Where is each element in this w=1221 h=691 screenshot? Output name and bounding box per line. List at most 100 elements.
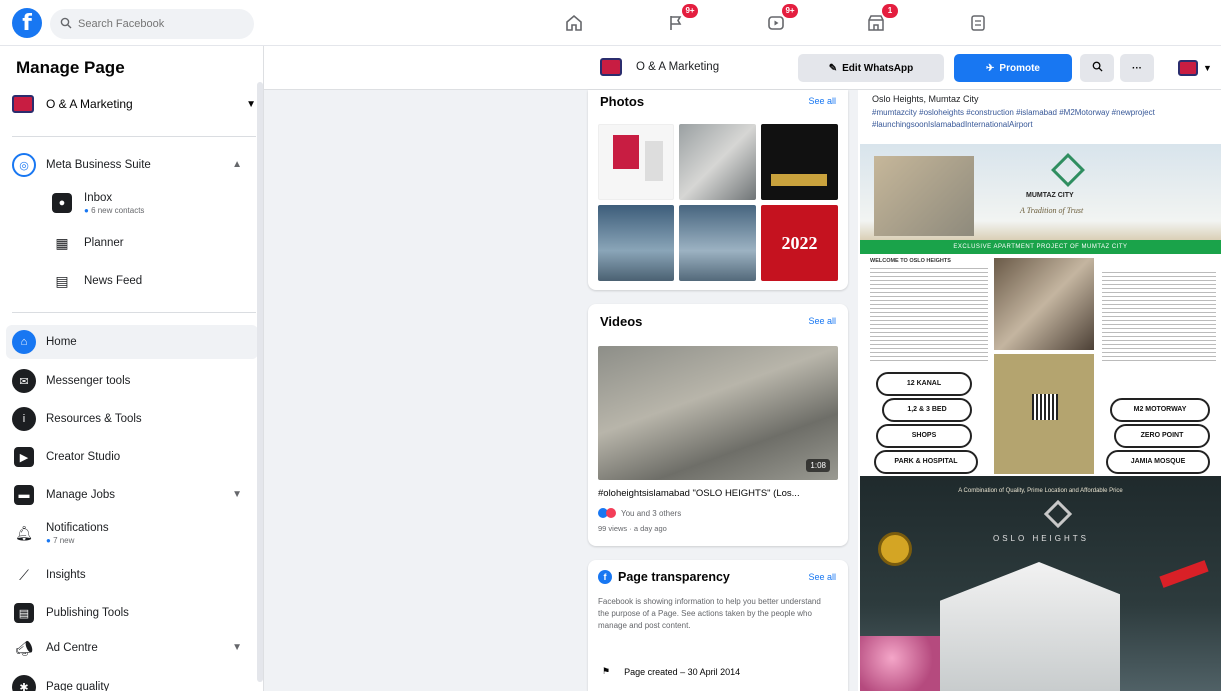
- welcome-text-block: [870, 268, 988, 364]
- flag-notification-badge: 9+: [682, 4, 698, 18]
- page-switcher-label: O & A Marketing: [46, 97, 133, 111]
- page-avatar: [1178, 60, 1198, 76]
- briefcase-icon: ▬: [14, 485, 34, 505]
- sidebar-item-messenger-tools[interactable]: ✉ Messenger tools: [12, 364, 252, 398]
- photo-thumbnail[interactable]: [761, 124, 838, 200]
- sidebar-item-ad-centre[interactable]: 📣︎ Ad Centre ▼: [12, 631, 252, 665]
- ribbon-shape: [1159, 560, 1209, 588]
- promote-button[interactable]: ✈ Promote: [954, 54, 1072, 82]
- bell-icon: 🔔︎: [15, 524, 33, 541]
- notifications-subtext-value: 7 new: [53, 535, 75, 545]
- video-thumbnail[interactable]: 1:08: [598, 346, 838, 480]
- search-icon: [60, 17, 72, 32]
- sidebar-item-business-suite[interactable]: ◎ Meta Business Suite ▲: [12, 148, 252, 182]
- sidebar-item-page-quality[interactable]: ✱ Page quality: [12, 670, 252, 691]
- video-caption[interactable]: #oloheightsislamabad "OSLO HEIGHTS" (Los…: [598, 488, 838, 499]
- sidebar-subitem-inbox[interactable]: ● Inbox ● 6 new contacts: [50, 186, 250, 220]
- exclusive-banner: EXCLUSIVE APARTMENT PROJECT OF MUMTAZ CI…: [860, 240, 1221, 254]
- feature-pill: SHOPS: [876, 424, 972, 448]
- messenger-icon: ✉: [12, 369, 36, 393]
- photo-thumbnail[interactable]: [598, 124, 674, 200]
- chevron-down-icon: ▼: [232, 489, 242, 500]
- pencil-icon: ✎: [828, 62, 838, 74]
- sidebar-scrollbar[interactable]: [257, 82, 263, 682]
- page-name-link[interactable]: O & A Marketing: [600, 58, 719, 76]
- photos-title: Photos: [600, 94, 645, 109]
- home-icon: ⌂: [12, 330, 36, 354]
- page-action-bar: O & A Marketing ✎ Edit WhatsApp ✈ Promot…: [264, 46, 1221, 90]
- marketplace-icon[interactable]: 1: [862, 4, 898, 36]
- post-image-bottom[interactable]: A Combination of Quality, Prime Location…: [860, 476, 1221, 691]
- feature-pill: 1,2 & 3 BED: [882, 398, 972, 422]
- videos-title: Videos: [600, 314, 643, 329]
- post-card: Oslo Heights, Mumtaz City #mumtazcity #o…: [858, 90, 1221, 691]
- page-created-label: Page created – 30 April 2014: [624, 666, 741, 677]
- post-image-features[interactable]: WELCOME TO OSLO HEIGHTS 12 KANAL 1,2 & 3…: [860, 254, 1221, 476]
- chevron-down-icon: ▼: [232, 642, 242, 653]
- gaming-icon[interactable]: [964, 10, 992, 36]
- sidebar-item-label: Ad Centre: [46, 642, 98, 654]
- sidebar-subitem-planner[interactable]: ▦ Planner: [50, 226, 250, 260]
- page-profile-switch[interactable]: ▼: [1178, 60, 1212, 76]
- search-page-button[interactable]: [1080, 54, 1114, 82]
- inbox-subtext-value: 6 new contacts: [91, 205, 145, 215]
- description-text-block: [1102, 272, 1216, 362]
- videos-see-all-link[interactable]: See all: [808, 316, 836, 326]
- sidebar-item-insights[interactable]: ⟋ Insights: [12, 558, 252, 592]
- sidebar-item-creator-studio[interactable]: ▶ Creator Studio: [12, 440, 252, 474]
- building-render-shape: [874, 156, 974, 236]
- page-quality-icon: ✱: [12, 675, 36, 691]
- search-box[interactable]: [50, 9, 254, 39]
- video-reactions-label: You and 3 others: [621, 508, 682, 518]
- search-input[interactable]: [78, 18, 238, 30]
- feature-pill: ZERO POINT: [1114, 424, 1210, 448]
- post-image-top[interactable]: MUMTAZ CITY A Tradition of Trust: [860, 144, 1221, 254]
- interior-photo-shape: [994, 258, 1094, 350]
- sidebar-item-resources-tools[interactable]: i Resources & Tools: [12, 402, 252, 436]
- publishing-icon: ▤: [14, 603, 34, 623]
- sidebar-subitem-news-feed[interactable]: ▤ News Feed: [50, 264, 250, 298]
- home-icon[interactable]: [560, 10, 588, 36]
- sidebar-item-label: Meta Business Suite: [46, 159, 151, 171]
- flag-icon[interactable]: 9+: [662, 4, 698, 36]
- unread-dot-icon: ●: [46, 535, 54, 545]
- megaphone-icon: 📣︎: [15, 639, 33, 656]
- notifications-text: Notifications ● 7 new: [46, 522, 109, 545]
- transparency-header: f Page transparency: [598, 570, 730, 584]
- sidebar-item-label: Notifications: [46, 521, 109, 534]
- video-icon[interactable]: 9+: [762, 4, 798, 36]
- post-hashtags[interactable]: #mumtazcity #osloheights #construction #…: [872, 107, 1212, 131]
- transparency-see-all-link[interactable]: See all: [808, 572, 836, 582]
- sidebar-divider: [12, 312, 256, 313]
- page-transparency-card: f Page transparency See all Facebook is …: [588, 560, 848, 691]
- inbox-icon: ●: [52, 193, 72, 213]
- edit-whatsapp-button[interactable]: ✎ Edit WhatsApp: [798, 54, 944, 82]
- sidebar-item-label: Home: [46, 336, 77, 348]
- photo-poster-shape: [613, 135, 639, 169]
- photo-gold-band: [771, 174, 827, 186]
- photo-thumbnail[interactable]: [679, 124, 756, 200]
- sidebar-item-label: Insights: [46, 569, 86, 581]
- sidebar-item-home[interactable]: ⌂ Home: [6, 325, 258, 359]
- page-switcher[interactable]: O & A Marketing ▼: [12, 88, 256, 120]
- photo-thumbnail[interactable]: [598, 205, 674, 281]
- video-reactions[interactable]: You and 3 others: [598, 508, 681, 518]
- photo-thumbnail[interactable]: 2022: [761, 205, 838, 281]
- sidebar-item-label: Page quality: [46, 681, 110, 691]
- photo-year-label: 2022: [781, 232, 818, 253]
- sidebar-item-publishing-tools[interactable]: ▤ Publishing Tools: [12, 596, 252, 630]
- transparency-body: Facebook is showing information to help …: [598, 597, 821, 630]
- photos-see-all-link[interactable]: See all: [808, 96, 836, 106]
- facebook-logo-icon: f: [598, 570, 612, 584]
- facebook-logo-icon[interactable]: f: [12, 8, 42, 38]
- photo-thumbnail[interactable]: [679, 205, 756, 281]
- more-options-button[interactable]: ···: [1120, 54, 1154, 82]
- sidebar-item-notifications[interactable]: 🔔︎ Notifications ● 7 new: [12, 516, 252, 550]
- videos-card: Videos See all 1:08 #oloheightsislamabad…: [588, 304, 848, 546]
- edit-whatsapp-label: Edit WhatsApp: [842, 62, 914, 74]
- sidebar-item-manage-jobs[interactable]: ▬ Manage Jobs ▼: [12, 478, 252, 512]
- sidebar-item-label: News Feed: [84, 275, 143, 287]
- sidebar-title: Manage Page: [16, 58, 125, 77]
- inbox-text: Inbox ● 6 new contacts: [84, 192, 144, 215]
- oslo-heights-title: OSLO HEIGHTS: [992, 534, 1089, 543]
